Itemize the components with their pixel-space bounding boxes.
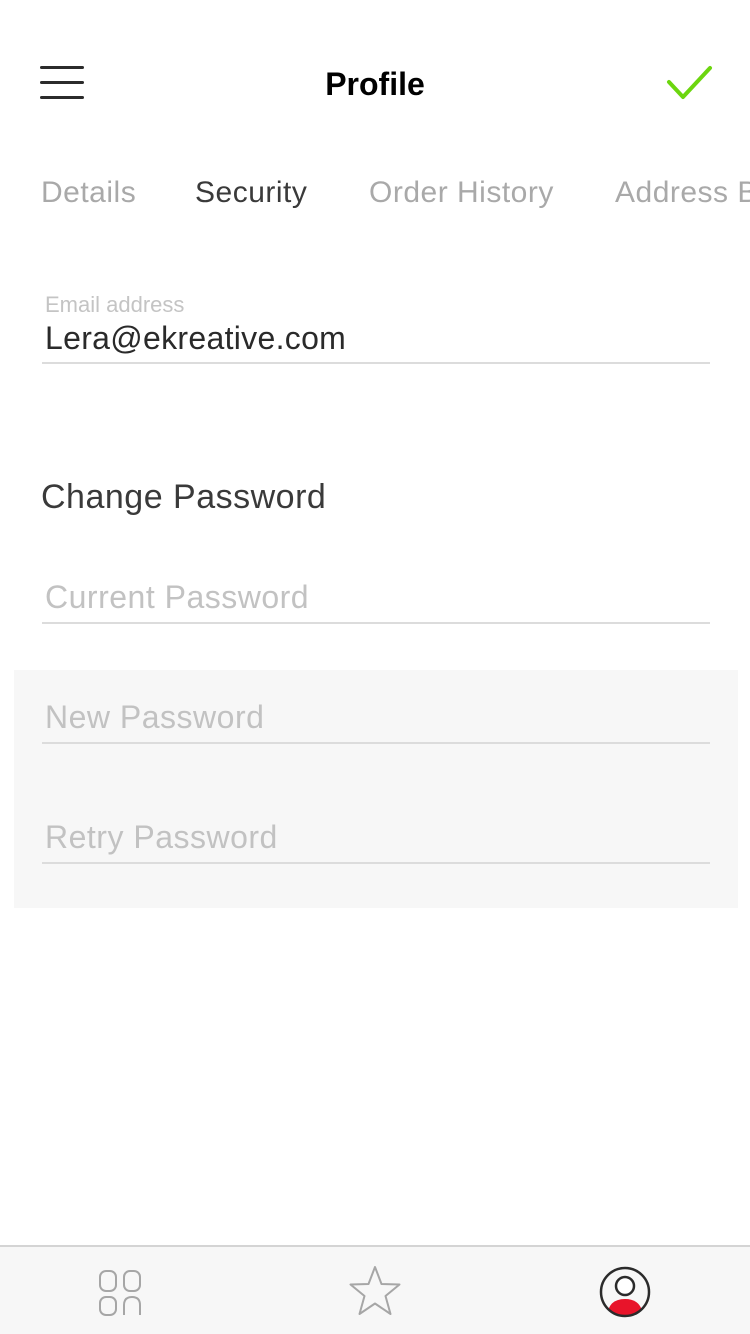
retry-password-input[interactable]	[45, 812, 705, 862]
bottom-tab-bar	[0, 1245, 750, 1334]
retry-password-field[interactable]	[42, 812, 710, 864]
profile-screen: Profile Details Security Order History A…	[0, 0, 750, 1334]
profile-user-icon	[599, 1266, 651, 1318]
new-password-input[interactable]	[45, 692, 705, 742]
tab-order-history[interactable]: Order History	[369, 176, 554, 210]
tabbar-catalog[interactable]	[70, 1247, 170, 1334]
tab-security[interactable]: Security	[195, 176, 307, 210]
tab-address-book[interactable]: Address Book	[615, 176, 750, 210]
current-password-field[interactable]	[42, 572, 710, 624]
tabbar-profile[interactable]	[574, 1247, 674, 1334]
page-title: Profile	[325, 66, 425, 102]
header: Profile	[0, 0, 750, 140]
catalog-grid-icon	[99, 1270, 141, 1316]
current-password-input[interactable]	[45, 572, 705, 622]
tab-details[interactable]: Details	[41, 176, 136, 210]
email-label: Email address	[45, 292, 185, 317]
email-value[interactable]: Lera@ekreative.com	[45, 320, 346, 357]
change-password-heading: Change Password	[41, 478, 327, 516]
star-icon	[349, 1266, 401, 1315]
profile-tabs: Details Security Order History Address B…	[0, 176, 750, 220]
new-password-field[interactable]	[42, 692, 710, 744]
save-checkmark-icon[interactable]	[664, 62, 716, 104]
email-field[interactable]: Email address Lera@ekreative.com	[42, 290, 710, 364]
tabbar-favorites[interactable]	[325, 1247, 425, 1334]
